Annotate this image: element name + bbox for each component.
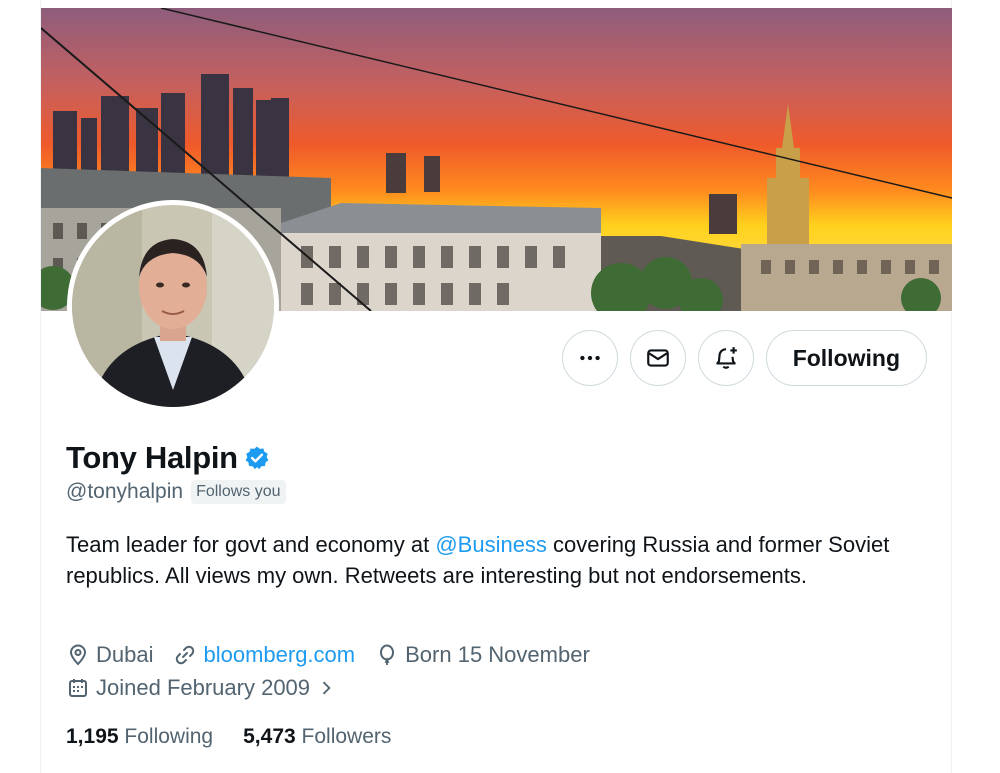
more-icon bbox=[579, 355, 600, 361]
envelope-icon bbox=[646, 349, 669, 367]
profile-name-row: Tony Halpin bbox=[66, 440, 270, 476]
link-icon bbox=[176, 645, 195, 665]
more-button[interactable] bbox=[561, 330, 618, 386]
following-count: 1,195 bbox=[66, 725, 119, 748]
following-label: Following bbox=[124, 725, 214, 748]
joined-text: Joined February 2009 bbox=[96, 675, 311, 700]
location-item: Dubai bbox=[66, 642, 153, 668]
profile-column: Following Tony Halpin @tonyhalpin Follow… bbox=[40, 0, 952, 773]
notify-button[interactable] bbox=[697, 330, 754, 386]
location-text: Dubai bbox=[96, 642, 154, 667]
location-pin-icon bbox=[69, 644, 87, 666]
followers-count: 5,473 bbox=[243, 725, 296, 748]
bell-plus-icon bbox=[715, 347, 737, 369]
profile-handle-row: @tonyhalpin Follows you bbox=[66, 480, 286, 504]
followers-stat[interactable]: 5,473 Followers bbox=[243, 725, 391, 749]
message-button[interactable] bbox=[629, 330, 686, 386]
birthday-item: Born 15 November bbox=[375, 642, 590, 668]
profile-stats: 1,195 Following 5,473 Followers bbox=[66, 725, 391, 749]
followers-label: Followers bbox=[301, 725, 392, 748]
joined-item[interactable]: Joined February 2009 bbox=[66, 675, 336, 701]
bio-mention-link[interactable]: @Business bbox=[435, 532, 547, 557]
balloon-icon bbox=[380, 644, 395, 665]
bio-text-start: Team leader for govt and economy at bbox=[66, 532, 436, 557]
profile-actions: Following bbox=[561, 330, 927, 386]
birthday-text: Born 15 November bbox=[405, 642, 590, 667]
profile-avatar[interactable] bbox=[67, 200, 279, 412]
joined-row[interactable]: Joined February 2009 bbox=[66, 675, 356, 701]
follows-you-badge: Follows you bbox=[191, 480, 286, 504]
website-item: bloomberg.com bbox=[173, 642, 355, 668]
profile-meta-row: Dubai bloomberg.com Born 15 November bbox=[66, 642, 610, 668]
profile-handle: @tonyhalpin bbox=[66, 480, 184, 503]
profile-bio: Team leader for govt and economy at @Bus… bbox=[66, 530, 906, 591]
website-link[interactable]: bloomberg.com bbox=[203, 642, 355, 668]
chevron-right-icon bbox=[322, 681, 331, 695]
verified-badge-icon[interactable] bbox=[244, 445, 270, 471]
following-stat[interactable]: 1,195 Following bbox=[66, 725, 213, 749]
following-button[interactable]: Following bbox=[765, 330, 927, 386]
profile-name: Tony Halpin bbox=[66, 440, 238, 475]
avatar-image bbox=[72, 205, 274, 407]
calendar-icon bbox=[69, 679, 87, 697]
